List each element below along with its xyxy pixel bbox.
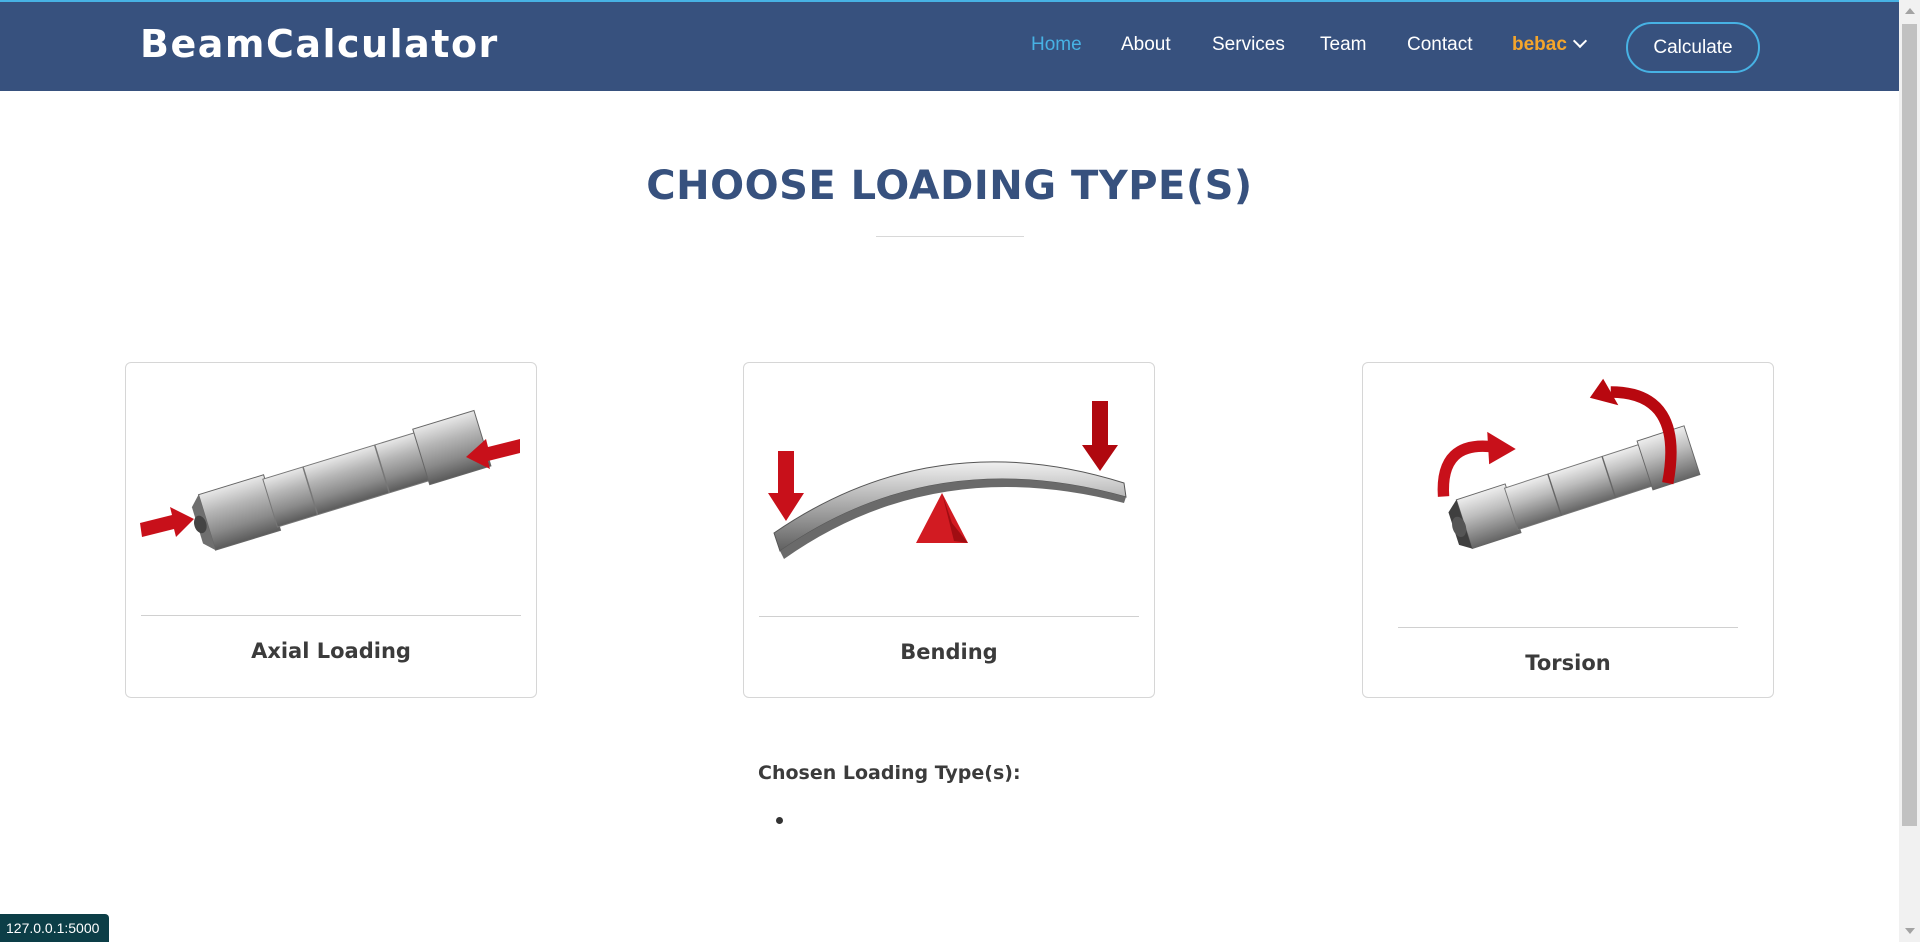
scroll-up-arrow-icon[interactable] xyxy=(1905,8,1915,14)
bending-illustration xyxy=(768,401,1127,559)
card-bending[interactable]: Bending xyxy=(743,362,1155,698)
chevron-down-icon xyxy=(1572,33,1587,49)
card-divider xyxy=(141,615,521,616)
nav-about[interactable]: About xyxy=(1121,34,1171,56)
torsion-illustration xyxy=(1437,378,1701,550)
nav-services[interactable]: Services xyxy=(1212,34,1285,56)
user-dropdown[interactable]: bebac xyxy=(1512,33,1587,56)
nav-contact[interactable]: Contact xyxy=(1407,34,1472,56)
scroll-down-arrow-icon[interactable] xyxy=(1905,928,1915,934)
card-divider xyxy=(759,616,1139,617)
scroll-thumb[interactable] xyxy=(1902,24,1917,826)
card-label: Axial Loading xyxy=(251,639,411,663)
axial-loading-illustration xyxy=(140,409,520,551)
chosen-list-item xyxy=(776,817,783,824)
main-nav: Home About Services Team Contact bebac xyxy=(0,2,1899,93)
card-divider xyxy=(1398,627,1738,628)
card-axial-loading[interactable]: Axial Loading xyxy=(125,362,537,698)
page-scrollbar[interactable] xyxy=(1899,0,1920,942)
section-title: CHOOSE LOADING TYPE(S) xyxy=(646,163,1253,209)
nav-home[interactable]: Home xyxy=(1031,34,1082,56)
user-dropdown-label: bebac xyxy=(1512,34,1567,55)
calculate-button[interactable]: Calculate xyxy=(1626,22,1760,73)
title-underline xyxy=(876,236,1024,237)
chosen-loading-types-title: Chosen Loading Type(s): xyxy=(758,762,1021,784)
site-header: BeamCalculator Home About Services Team … xyxy=(0,0,1899,91)
card-torsion[interactable]: Torsion xyxy=(1362,362,1774,698)
card-label: Torsion xyxy=(1525,651,1611,675)
nav-team[interactable]: Team xyxy=(1320,34,1366,56)
browser-status-url: 127.0.0.1:5000 xyxy=(0,914,110,942)
page: BeamCalculator Home About Services Team … xyxy=(0,0,1920,942)
card-label: Bending xyxy=(900,640,998,664)
